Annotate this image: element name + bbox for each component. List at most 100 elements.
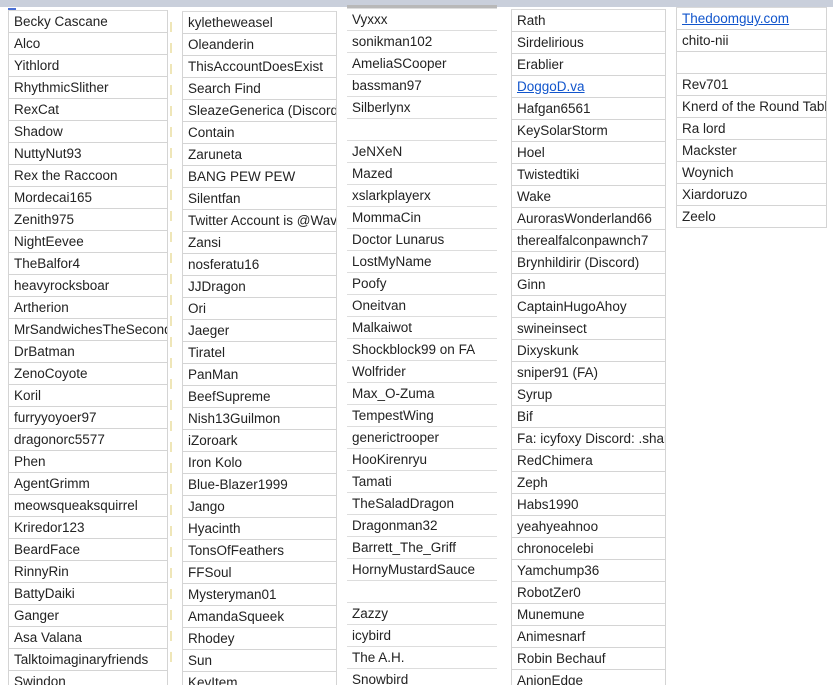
table-row[interactable]: Sun	[182, 649, 337, 672]
table-row[interactable]: Brynhildirir (Discord)	[511, 251, 666, 274]
table-row[interactable]: Munemune	[511, 603, 666, 626]
table-row[interactable]: KeySolarStorm	[511, 119, 666, 142]
username-cell[interactable]: BANG PEW PEW	[182, 165, 337, 188]
table-row[interactable]: Iron Kolo	[182, 451, 337, 474]
username-cell[interactable]: Max_O-Zuma	[347, 382, 497, 405]
username-cell[interactable]: Ganger	[8, 604, 168, 627]
username-cell[interactable]: Sirdelirious	[511, 31, 666, 54]
table-row[interactable]: Mysteryman01	[182, 583, 337, 606]
table-row[interactable]: Contain	[182, 121, 337, 144]
table-row[interactable]: Ganger	[8, 604, 168, 627]
username-cell[interactable]: HornyMustardSauce	[347, 558, 497, 581]
username-cell[interactable]: Zansi	[182, 231, 337, 254]
username-cell[interactable]: Animesnarf	[511, 625, 666, 648]
username-cell[interactable]: FFSoul	[182, 561, 337, 584]
table-row[interactable]: Yamchump36	[511, 559, 666, 582]
table-row[interactable]: Zazzy	[347, 602, 497, 625]
table-row[interactable]: xslarkplayerx	[347, 184, 497, 207]
username-cell[interactable]: chito-nii	[676, 29, 827, 52]
empty-cell[interactable]	[347, 580, 497, 603]
table-row[interactable]: BANG PEW PEW	[182, 165, 337, 188]
table-row[interactable]: chito-nii	[676, 29, 827, 52]
username-cell[interactable]: xslarkplayerx	[347, 184, 497, 207]
table-row[interactable]: Hyacinth	[182, 517, 337, 540]
username-cell[interactable]: Hoel	[511, 141, 666, 164]
username-cell[interactable]: ZenoCoyote	[8, 362, 168, 385]
table-row[interactable]: ZenoCoyote	[8, 362, 168, 385]
table-row[interactable]: AmeliaSCooper	[347, 52, 497, 75]
table-row[interactable]: Mazed	[347, 162, 497, 185]
table-row[interactable]: Hafgan6561	[511, 97, 666, 120]
username-cell[interactable]: iZoroark	[182, 429, 337, 452]
table-row[interactable]: Bif	[511, 405, 666, 428]
username-cell[interactable]: Wake	[511, 185, 666, 208]
table-row[interactable]: Yithlord	[8, 54, 168, 77]
username-link-cell[interactable]: Thedoomguy.com	[676, 7, 827, 30]
table-row[interactable]: Vyxxx	[347, 8, 497, 31]
username-cell[interactable]: PanMan	[182, 363, 337, 386]
username-cell[interactable]: Bif	[511, 405, 666, 428]
username-cell[interactable]: CaptainHugoAhoy	[511, 295, 666, 318]
username-cell[interactable]: Syrup	[511, 383, 666, 406]
username-cell[interactable]: RinnyRin	[8, 560, 168, 583]
table-row[interactable]: Snowbird	[347, 668, 497, 685]
table-row[interactable]: JeNXeN	[347, 140, 497, 163]
table-row[interactable]: Erablier	[511, 53, 666, 76]
column-2-table[interactable]: kyletheweasel Oleanderin ThisAccountDoesEx…	[182, 11, 337, 685]
table-row[interactable]: sniper91 (FA)	[511, 361, 666, 384]
username-cell[interactable]: Asa Valana	[8, 626, 168, 649]
table-row[interactable]: HornyMustardSauce	[347, 558, 497, 581]
table-row[interactable]: Max_O-Zuma	[347, 382, 497, 405]
table-row[interactable]: heavyrocksboar	[8, 274, 168, 297]
table-row[interactable]: Poofy	[347, 272, 497, 295]
username-cell[interactable]: Rex the Raccoon	[8, 164, 168, 187]
username-cell[interactable]: Twitter Account is @Wave	[182, 209, 337, 232]
username-cell[interactable]: dragonorc5577	[8, 428, 168, 451]
username-cell[interactable]: Xiardoruzo	[676, 183, 827, 206]
table-row[interactable]: furryyoyoer97	[8, 406, 168, 429]
table-row[interactable]: Mordecai165	[8, 186, 168, 209]
table-row[interactable]: MrSandwichesTheSecond	[8, 318, 168, 341]
table-row[interactable]: Robin Bechauf	[511, 647, 666, 670]
table-row[interactable]	[347, 118, 497, 141]
username-cell[interactable]: swineinsect	[511, 317, 666, 340]
username-cell[interactable]: Jango	[182, 495, 337, 518]
table-row[interactable]: Wolfrider	[347, 360, 497, 383]
username-cell[interactable]: Swindon	[8, 670, 168, 685]
username-cell[interactable]: Erablier	[511, 53, 666, 76]
column-5[interactable]: Thedoomguy.com chito-nii Rev701 Knerd of th…	[676, 7, 827, 228]
username-cell[interactable]: Shadow	[8, 120, 168, 143]
username-cell[interactable]: meowsqueaksquirrel	[8, 494, 168, 517]
table-row[interactable]	[347, 580, 497, 603]
table-row[interactable]: Animesnarf	[511, 625, 666, 648]
username-cell[interactable]: AmandaSqueek	[182, 605, 337, 628]
username-cell[interactable]: Iron Kolo	[182, 451, 337, 474]
table-row[interactable]: generictrooper	[347, 426, 497, 449]
username-cell[interactable]: Munemune	[511, 603, 666, 626]
username-cell[interactable]: JJDragon	[182, 275, 337, 298]
table-row[interactable]: Blue-Blazer1999	[182, 473, 337, 496]
username-cell[interactable]: Contain	[182, 121, 337, 144]
column-1[interactable]: Becky Cascane Alco Yithlord RhythmicSlither…	[8, 10, 168, 685]
table-row[interactable]: Xiardoruzo	[676, 183, 827, 206]
table-row[interactable]: sonikman102	[347, 30, 497, 53]
table-row[interactable]: Thedoomguy.com	[676, 7, 827, 30]
table-row[interactable]: Mackster	[676, 139, 827, 162]
table-row[interactable]: dragonorc5577	[8, 428, 168, 451]
table-row[interactable]: HooKirenryu	[347, 448, 497, 471]
column-2[interactable]: kyletheweasel Oleanderin ThisAccountDoesEx…	[182, 11, 337, 685]
table-row[interactable]: chronocelebi	[511, 537, 666, 560]
column-4[interactable]: Rath Sirdelirious Erablier DoggoD.va Hafgan6…	[511, 9, 666, 685]
username-cell[interactable]: Fa: icyfoxy Discord: .shar	[511, 427, 666, 450]
username-cell[interactable]: therealfalconpawnch7	[511, 229, 666, 252]
table-row[interactable]: Hoel	[511, 141, 666, 164]
username-cell[interactable]: AmeliaSCooper	[347, 52, 497, 75]
table-row[interactable]: bassman97	[347, 74, 497, 97]
table-row[interactable]: icybird	[347, 624, 497, 647]
table-row[interactable]: Zansi	[182, 231, 337, 254]
column-5-table[interactable]: Thedoomguy.com chito-nii Rev701 Knerd of th…	[676, 7, 827, 228]
table-row[interactable]: Zeph	[511, 471, 666, 494]
username-cell[interactable]: Brynhildirir (Discord)	[511, 251, 666, 274]
username-cell[interactable]: Sun	[182, 649, 337, 672]
empty-cell[interactable]	[676, 51, 827, 74]
